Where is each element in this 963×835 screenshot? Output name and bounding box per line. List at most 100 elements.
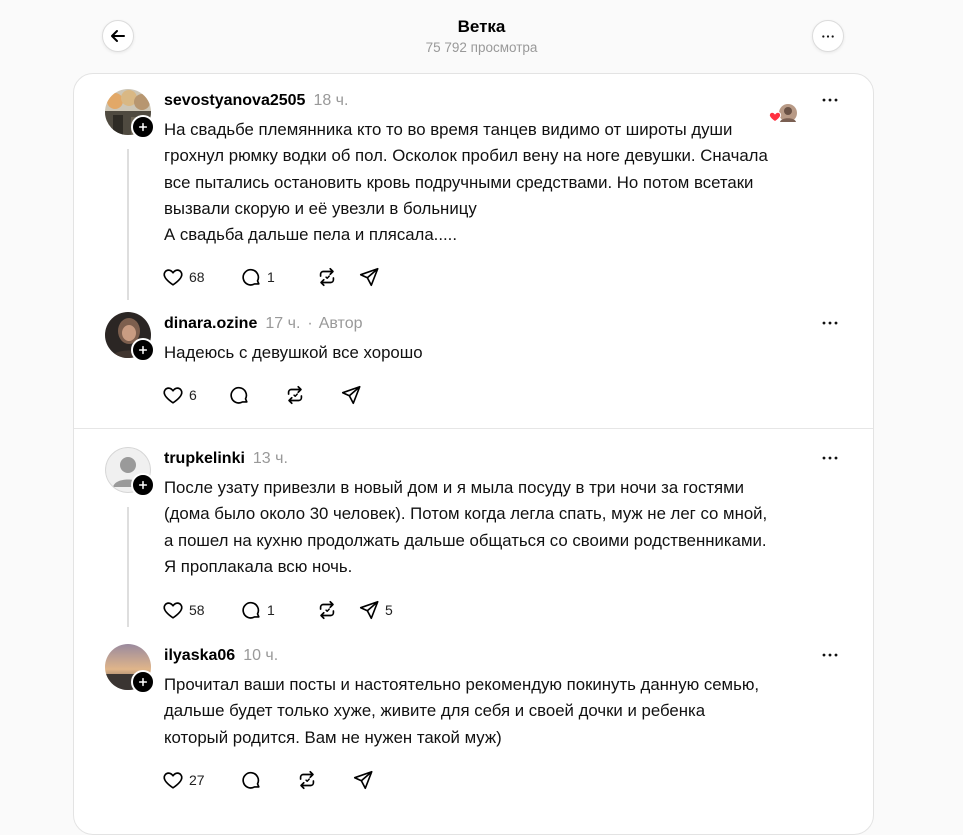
post-meta: trupkelinki 13 ч. [164, 447, 288, 471]
repost-icon [296, 769, 318, 791]
share-button[interactable] [358, 264, 380, 290]
post-more-button[interactable] [817, 316, 843, 330]
top-bar: Ветка 75 792 просмотра [0, 0, 963, 70]
send-icon [358, 599, 380, 621]
plus-icon [138, 677, 148, 687]
post-text-line: После узату привезли в новый дом и я мыл… [164, 478, 745, 497]
share-button[interactable] [340, 382, 362, 408]
post-text: На свадьбе племянника кто то во время та… [164, 117, 844, 248]
username[interactable]: sevostyanova2505 [164, 92, 305, 110]
avatar[interactable] [105, 89, 155, 139]
timestamp[interactable]: 18 ч. [313, 92, 348, 110]
reply-count: 1 [267, 269, 275, 285]
post-text-line: который родится. Вам не нужен такой муж) [164, 727, 502, 747]
repost-button[interactable] [316, 597, 358, 623]
avatar[interactable] [105, 447, 155, 497]
post-actions: 6 [162, 382, 362, 408]
post-actions: 58 1 5 [162, 597, 393, 623]
meta-separator: · [307, 315, 313, 332]
more-icon [821, 320, 839, 326]
like-count: 58 [189, 602, 205, 618]
share-count: 5 [385, 602, 393, 618]
comment-icon [228, 384, 250, 406]
timestamp[interactable]: 17 ч. [265, 315, 300, 333]
post-text: Прочитал ваши посты и настоятельно реком… [164, 672, 844, 751]
post-meta: dinara.ozine 17 ч. · Автор [164, 312, 362, 336]
heart-icon [162, 599, 184, 621]
post-text-line: Я проплакала всю ночь. [164, 556, 353, 576]
repost-icon [284, 384, 306, 406]
more-icon [821, 34, 835, 39]
follow-button[interactable] [131, 115, 155, 139]
plus-icon [138, 122, 148, 132]
thread-card: sevostyanova2505 18 ч. На свадьбе племян… [73, 73, 874, 835]
send-icon [358, 266, 380, 288]
post-text-line: а пошел на кухню продолжать дальше общат… [164, 530, 767, 550]
username[interactable]: ilyaska06 [164, 647, 235, 665]
post-text-line: грохнул рюмку водки об пол. Осколок проб… [164, 146, 768, 166]
post-text-line: Надеюсь с девушкой все хорошо [164, 343, 423, 362]
post-more-button[interactable] [817, 93, 843, 107]
like-button[interactable]: 68 [162, 264, 240, 290]
post: ilyaska06 10 ч. Прочитал ваши посты и на… [74, 644, 873, 794]
post-text: После узату привезли в новый дом и я мыл… [164, 475, 844, 580]
post: dinara.ozine 17 ч. · Автор Надеюсь с дев… [74, 312, 873, 412]
post-actions: 27 [162, 767, 374, 793]
like-button[interactable]: 58 [162, 597, 240, 623]
follow-button[interactable] [131, 670, 155, 694]
more-icon [821, 97, 839, 103]
send-icon [352, 769, 374, 791]
repost-button[interactable] [284, 382, 340, 408]
reply-button[interactable]: 1 [240, 597, 316, 623]
post-text-line: Прочитал ваши посты и настоятельно реком… [164, 675, 760, 694]
post-more-button[interactable] [817, 648, 843, 662]
share-button[interactable]: 5 [358, 597, 393, 623]
follow-button[interactable] [131, 338, 155, 362]
like-count: 6 [189, 387, 197, 403]
reply-button[interactable]: 1 [240, 264, 316, 290]
more-icon [821, 652, 839, 658]
share-button[interactable] [352, 767, 374, 793]
post: sevostyanova2505 18 ч. На свадьбе племян… [74, 89, 873, 304]
author-badge: Автор [318, 315, 363, 332]
avatar[interactable] [105, 644, 155, 694]
username[interactable]: trupkelinki [164, 450, 245, 468]
reply-button[interactable] [240, 767, 296, 793]
like-button[interactable]: 6 [162, 382, 228, 408]
timestamp[interactable]: 10 ч. [243, 647, 278, 665]
post-text: Надеюсь с девушкой все хорошо [164, 340, 844, 366]
post-text-line: А свадьба дальше пела и плясала..... [164, 225, 457, 245]
thread-line [127, 507, 129, 627]
like-button[interactable]: 27 [162, 767, 240, 793]
reply-count: 1 [267, 602, 275, 618]
post: trupkelinki 13 ч. После узату привезли в… [74, 447, 873, 627]
avatar[interactable] [105, 312, 155, 362]
post-text-line: все пытались остановить кровь подручными… [164, 172, 754, 192]
thread-menu-button[interactable] [812, 20, 844, 52]
more-icon [821, 455, 839, 461]
plus-icon [138, 345, 148, 355]
post-text-line: (дома было около 30 человек). Потом когд… [164, 504, 768, 524]
comment-icon [240, 769, 262, 791]
timestamp[interactable]: 13 ч. [253, 450, 288, 468]
repost-icon [316, 599, 338, 621]
repost-button[interactable] [316, 264, 358, 290]
post-text-line: дальше будет только хуже, живите для себ… [164, 701, 706, 721]
repost-button[interactable] [296, 767, 352, 793]
heart-icon [162, 266, 184, 288]
post-meta: sevostyanova2505 18 ч. [164, 89, 348, 113]
reply-button[interactable] [228, 382, 284, 408]
post-text-line: вызвали скорую и её увезли в больницу [164, 198, 477, 218]
follow-button[interactable] [131, 473, 155, 497]
comment-icon [240, 599, 262, 621]
post-actions: 68 1 [162, 264, 380, 290]
heart-icon [162, 384, 184, 406]
post-text-line: На свадьбе племянника кто то во время та… [164, 120, 733, 139]
thread-line [127, 149, 129, 300]
repost-icon [316, 266, 338, 288]
username[interactable]: dinara.ozine [164, 315, 257, 333]
post-more-button[interactable] [817, 451, 843, 465]
like-count: 27 [189, 772, 205, 788]
comment-icon [240, 266, 262, 288]
plus-icon [138, 480, 148, 490]
